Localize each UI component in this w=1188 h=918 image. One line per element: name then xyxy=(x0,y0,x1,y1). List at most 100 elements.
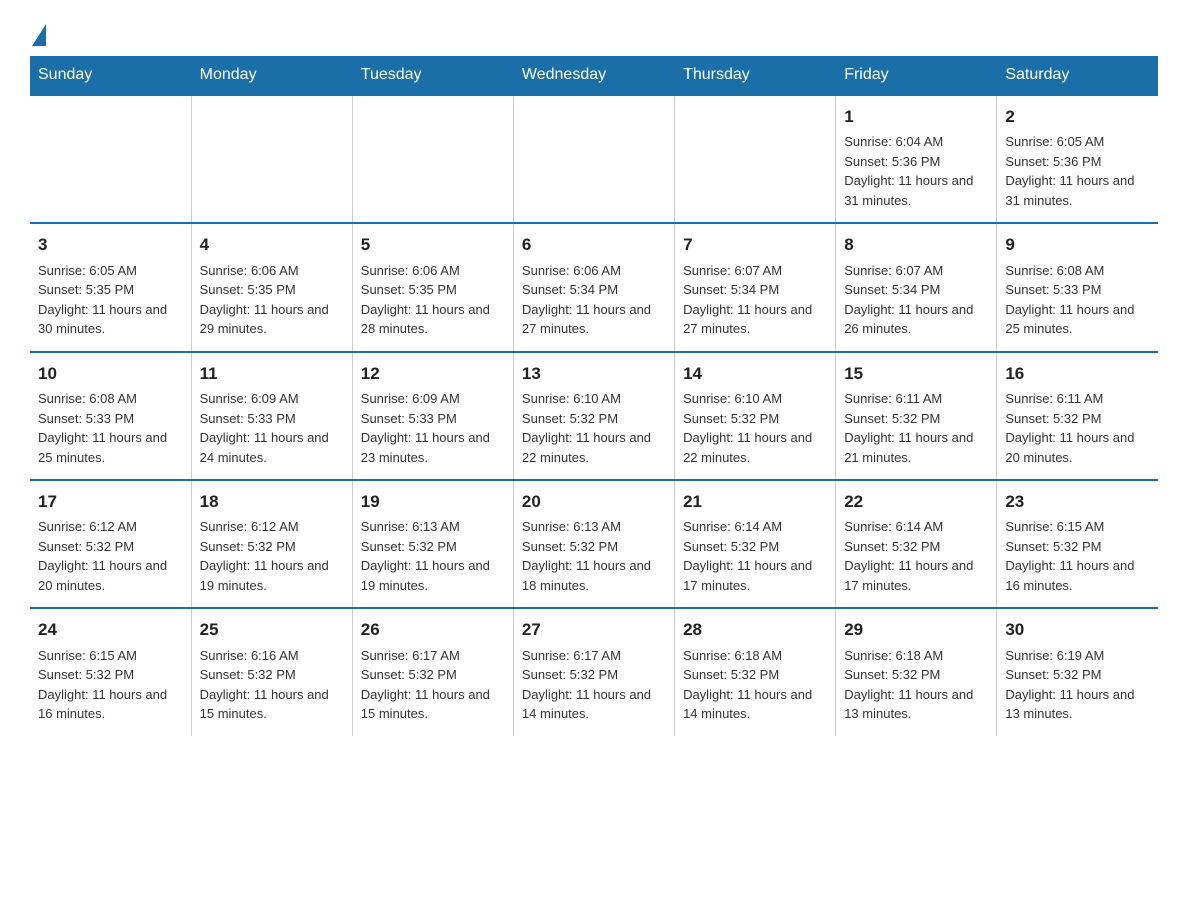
calendar-cell xyxy=(30,95,191,223)
calendar-table: SundayMondayTuesdayWednesdayThursdayFrid… xyxy=(30,56,1158,736)
calendar-cell: 21Sunrise: 6:14 AM Sunset: 5:32 PM Dayli… xyxy=(675,480,836,608)
calendar-cell: 30 Sunrise: 6:19 AM Sunset: 5:32 PM Dayli… xyxy=(997,608,1158,735)
calendar-cell: 6Sunrise: 6:06 AM Sunset: 5:34 PM Daylig… xyxy=(513,223,674,351)
calendar-cell: 27Sunrise: 6:17 AM Sunset: 5:32 PM Dayli… xyxy=(513,608,674,735)
calendar-week-row: 10Sunrise: 6:08 AM Sunset: 5:33 PM Dayli… xyxy=(30,352,1158,480)
calendar-cell: 10Sunrise: 6:08 AM Sunset: 5:33 PM Dayli… xyxy=(30,352,191,480)
day-info: Sunrise: 6:07 AM Sunset: 5:34 PM Dayligh… xyxy=(683,261,827,339)
calendar-cell: 22Sunrise: 6:14 AM Sunset: 5:32 PM Dayli… xyxy=(836,480,997,608)
weekday-header-thursday: Thursday xyxy=(675,56,836,95)
day-number: 3 xyxy=(38,232,183,258)
calendar-cell: 25 Sunrise: 6:16 AM Sunset: 5:32 PM Dayli… xyxy=(191,608,352,735)
day-number: 25 xyxy=(200,617,344,643)
calendar-cell: 26Sunrise: 6:17 AM Sunset: 5:32 PM Dayli… xyxy=(352,608,513,735)
day-info: Sunrise: 6:09 AM Sunset: 5:33 PM Dayligh… xyxy=(361,389,505,467)
calendar-cell: 2Sunrise: 6:05 AM Sunset: 5:36 PM Daylig… xyxy=(997,95,1158,223)
day-number: 27 xyxy=(522,617,666,643)
day-number: 21 xyxy=(683,489,827,515)
calendar-cell: 19Sunrise: 6:13 AM Sunset: 5:32 PM Dayli… xyxy=(352,480,513,608)
day-info: Sunrise: 6:13 AM Sunset: 5:32 PM Dayligh… xyxy=(522,517,666,595)
day-info: Sunrise: 6:15 AM Sunset: 5:32 PM Dayligh… xyxy=(38,646,183,724)
day-info: Sunrise: 6:12 AM Sunset: 5:32 PM Dayligh… xyxy=(200,517,344,595)
calendar-cell: 18Sunrise: 6:12 AM Sunset: 5:32 PM Dayli… xyxy=(191,480,352,608)
day-info: Sunrise: 6:16 AM Sunset: 5:32 PM Dayligh… xyxy=(200,646,344,724)
calendar-cell: 28 Sunrise: 6:18 AM Sunset: 5:32 PM Dayli… xyxy=(675,608,836,735)
day-info: Sunrise: 6:19 AM Sunset: 5:32 PM Dayligh… xyxy=(1005,646,1150,724)
day-info: Sunrise: 6:14 AM Sunset: 5:32 PM Dayligh… xyxy=(683,517,827,595)
day-info: Sunrise: 6:12 AM Sunset: 5:32 PM Dayligh… xyxy=(38,517,183,595)
day-info: Sunrise: 6:09 AM Sunset: 5:33 PM Dayligh… xyxy=(200,389,344,467)
calendar-cell: 8Sunrise: 6:07 AM Sunset: 5:34 PM Daylig… xyxy=(836,223,997,351)
day-info: Sunrise: 6:10 AM Sunset: 5:32 PM Dayligh… xyxy=(522,389,666,467)
calendar-cell: 20Sunrise: 6:13 AM Sunset: 5:32 PM Dayli… xyxy=(513,480,674,608)
day-number: 14 xyxy=(683,361,827,387)
day-number: 29 xyxy=(844,617,988,643)
weekday-header-sunday: Sunday xyxy=(30,56,191,95)
logo-triangle-icon xyxy=(32,24,46,46)
day-info: Sunrise: 6:18 AM Sunset: 5:32 PM Dayligh… xyxy=(844,646,988,724)
weekday-header-wednesday: Wednesday xyxy=(513,56,674,95)
day-number: 20 xyxy=(522,489,666,515)
day-info: Sunrise: 6:13 AM Sunset: 5:32 PM Dayligh… xyxy=(361,517,505,595)
calendar-week-row: 1Sunrise: 6:04 AM Sunset: 5:36 PM Daylig… xyxy=(30,95,1158,223)
page-header xyxy=(30,24,1158,46)
calendar-cell: 11Sunrise: 6:09 AM Sunset: 5:33 PM Dayli… xyxy=(191,352,352,480)
weekday-header-saturday: Saturday xyxy=(997,56,1158,95)
calendar-week-row: 3 Sunrise: 6:05 AM Sunset: 5:35 PM Daylig… xyxy=(30,223,1158,351)
day-number: 1 xyxy=(844,104,988,130)
day-number: 16 xyxy=(1005,361,1150,387)
day-number: 15 xyxy=(844,361,988,387)
day-info: Sunrise: 6:05 AM Sunset: 5:35 PM Dayligh… xyxy=(38,261,183,339)
day-info: Sunrise: 6:11 AM Sunset: 5:32 PM Dayligh… xyxy=(844,389,988,467)
day-number: 13 xyxy=(522,361,666,387)
day-info: Sunrise: 6:06 AM Sunset: 5:35 PM Dayligh… xyxy=(200,261,344,339)
calendar-cell: 15Sunrise: 6:11 AM Sunset: 5:32 PM Dayli… xyxy=(836,352,997,480)
logo xyxy=(30,24,46,46)
calendar-cell: 17Sunrise: 6:12 AM Sunset: 5:32 PM Dayli… xyxy=(30,480,191,608)
day-number: 6 xyxy=(522,232,666,258)
calendar-cell: 4 Sunrise: 6:06 AM Sunset: 5:35 PM Daylig… xyxy=(191,223,352,351)
calendar-cell: 23Sunrise: 6:15 AM Sunset: 5:32 PM Dayli… xyxy=(997,480,1158,608)
weekday-header-friday: Friday xyxy=(836,56,997,95)
day-number: 30 xyxy=(1005,617,1150,643)
calendar-cell xyxy=(352,95,513,223)
day-number: 12 xyxy=(361,361,505,387)
calendar-cell: 1Sunrise: 6:04 AM Sunset: 5:36 PM Daylig… xyxy=(836,95,997,223)
day-info: Sunrise: 6:18 AM Sunset: 5:32 PM Dayligh… xyxy=(683,646,827,724)
day-number: 17 xyxy=(38,489,183,515)
weekday-header-tuesday: Tuesday xyxy=(352,56,513,95)
day-number: 23 xyxy=(1005,489,1150,515)
day-number: 8 xyxy=(844,232,988,258)
day-number: 11 xyxy=(200,361,344,387)
day-info: Sunrise: 6:14 AM Sunset: 5:32 PM Dayligh… xyxy=(844,517,988,595)
calendar-cell: 9Sunrise: 6:08 AM Sunset: 5:33 PM Daylig… xyxy=(997,223,1158,351)
day-number: 4 xyxy=(200,232,344,258)
day-info: Sunrise: 6:10 AM Sunset: 5:32 PM Dayligh… xyxy=(683,389,827,467)
weekday-header-monday: Monday xyxy=(191,56,352,95)
day-number: 19 xyxy=(361,489,505,515)
weekday-header-row: SundayMondayTuesdayWednesdayThursdayFrid… xyxy=(30,56,1158,95)
calendar-week-row: 24Sunrise: 6:15 AM Sunset: 5:32 PM Dayli… xyxy=(30,608,1158,735)
calendar-week-row: 17Sunrise: 6:12 AM Sunset: 5:32 PM Dayli… xyxy=(30,480,1158,608)
calendar-cell: 5 Sunrise: 6:06 AM Sunset: 5:35 PM Daylig… xyxy=(352,223,513,351)
day-info: Sunrise: 6:06 AM Sunset: 5:35 PM Dayligh… xyxy=(361,261,505,339)
calendar-cell: 7Sunrise: 6:07 AM Sunset: 5:34 PM Daylig… xyxy=(675,223,836,351)
day-info: Sunrise: 6:04 AM Sunset: 5:36 PM Dayligh… xyxy=(844,132,988,210)
day-info: Sunrise: 6:17 AM Sunset: 5:32 PM Dayligh… xyxy=(361,646,505,724)
day-number: 2 xyxy=(1005,104,1150,130)
calendar-cell: 13Sunrise: 6:10 AM Sunset: 5:32 PM Dayli… xyxy=(513,352,674,480)
day-number: 10 xyxy=(38,361,183,387)
calendar-cell: 24Sunrise: 6:15 AM Sunset: 5:32 PM Dayli… xyxy=(30,608,191,735)
day-number: 22 xyxy=(844,489,988,515)
day-info: Sunrise: 6:08 AM Sunset: 5:33 PM Dayligh… xyxy=(38,389,183,467)
calendar-cell: 16Sunrise: 6:11 AM Sunset: 5:32 PM Dayli… xyxy=(997,352,1158,480)
calendar-cell: 12Sunrise: 6:09 AM Sunset: 5:33 PM Dayli… xyxy=(352,352,513,480)
day-info: Sunrise: 6:15 AM Sunset: 5:32 PM Dayligh… xyxy=(1005,517,1150,595)
day-number: 28 xyxy=(683,617,827,643)
calendar-cell xyxy=(191,95,352,223)
calendar-cell: 3 Sunrise: 6:05 AM Sunset: 5:35 PM Daylig… xyxy=(30,223,191,351)
calendar-cell xyxy=(513,95,674,223)
calendar-cell xyxy=(675,95,836,223)
day-info: Sunrise: 6:08 AM Sunset: 5:33 PM Dayligh… xyxy=(1005,261,1150,339)
day-number: 5 xyxy=(361,232,505,258)
